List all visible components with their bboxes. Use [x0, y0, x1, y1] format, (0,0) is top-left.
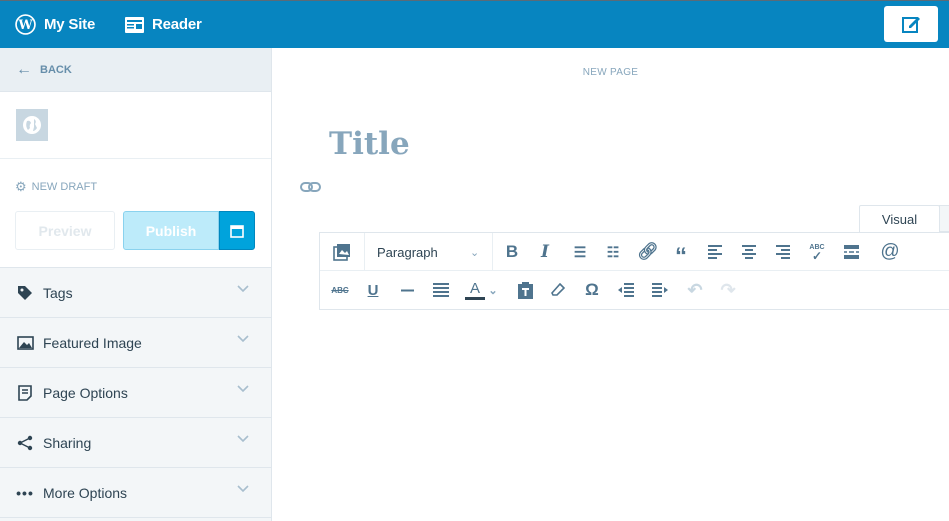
justify-icon[interactable] [426, 271, 456, 309]
tab-visual[interactable]: Visual [859, 205, 940, 233]
divider [492, 233, 493, 271]
format-select-value: Paragraph [377, 244, 438, 260]
editor-sidebar: ← BACK ⚙ NEW DRAFT Preview Publish Tags Fe… [0, 48, 272, 521]
reader-icon [125, 16, 144, 33]
section-label: Featured Image [43, 334, 142, 351]
edit-icon [902, 17, 920, 33]
section-label: Page Options [43, 384, 128, 401]
color-swatch [465, 297, 485, 300]
format-select[interactable]: Paragraph ⌄ [377, 233, 479, 271]
arrow-left-icon: ← [16, 60, 32, 78]
schedule-button[interactable] [219, 211, 255, 250]
numbered-list-icon[interactable]: ☷ [598, 233, 628, 271]
reader-link[interactable]: Reader [125, 1, 202, 48]
chevron-down-icon [237, 485, 249, 493]
divider [364, 233, 365, 271]
page-type-label: NEW PAGE [582, 67, 639, 78]
bold-icon[interactable]: B [497, 233, 527, 271]
underline-icon[interactable]: U [358, 271, 388, 309]
draft-status-label: NEW DRAFT [31, 181, 98, 193]
check-mark: ✓ [811, 249, 823, 263]
gear-icon: ⚙ [15, 179, 27, 194]
preview-button[interactable]: Preview [15, 211, 115, 250]
text-color-dropdown-icon[interactable]: ⌄ [485, 271, 501, 309]
read-more-icon[interactable] [836, 233, 866, 271]
undo-icon[interactable]: ↶ [680, 271, 710, 309]
title-input[interactable]: Title [329, 126, 410, 162]
site-icon[interactable] [16, 109, 48, 141]
my-site-label: My Site [44, 16, 96, 33]
special-character-icon[interactable]: Ω [577, 271, 607, 309]
align-center-icon[interactable] [734, 233, 764, 271]
back-button[interactable]: ← BACK [0, 48, 271, 92]
section-label: Tags [43, 284, 73, 301]
back-label: BACK [40, 63, 72, 76]
strikethrough-icon[interactable]: ABC [325, 271, 355, 309]
permalink-icon[interactable] [300, 181, 321, 193]
spellcheck-icon[interactable]: ABC ✓ [802, 233, 832, 271]
tag-icon [16, 285, 34, 301]
section-more-options[interactable]: ••• More Options [0, 468, 271, 518]
svg-text:W: W [18, 17, 34, 32]
tab-html[interactable] [939, 205, 949, 232]
section-sharing[interactable]: Sharing [0, 418, 271, 468]
section-page-options[interactable]: Page Options [0, 368, 271, 418]
draft-section: ⚙ NEW DRAFT Preview Publish [0, 159, 271, 268]
section-featured-image[interactable]: Featured Image [0, 318, 271, 368]
publish-button[interactable]: Publish [123, 211, 219, 250]
add-media-icon[interactable] [327, 233, 357, 271]
blockquote-icon[interactable]: “ [666, 233, 696, 271]
section-label: More Options [43, 484, 128, 501]
mention-icon[interactable]: @ [875, 233, 905, 271]
chevron-down-icon [237, 435, 249, 443]
align-right-icon[interactable] [768, 233, 798, 271]
chevron-down-icon [237, 285, 249, 293]
reader-label: Reader [152, 16, 202, 33]
wordpress-icon: W [15, 14, 36, 35]
horizontal-line-icon[interactable] [392, 271, 422, 309]
write-button[interactable] [884, 6, 938, 42]
share-icon [16, 435, 34, 451]
indent-icon[interactable] [645, 271, 675, 309]
paste-text-icon[interactable] [510, 271, 540, 309]
chevron-down-icon [237, 385, 249, 393]
outdent-icon[interactable] [611, 271, 641, 309]
page-icon [16, 384, 34, 401]
top-bar: W My Site Reader [0, 0, 949, 48]
redo-icon[interactable]: ↷ [713, 271, 743, 309]
my-site-link[interactable]: W My Site [15, 1, 95, 48]
link-icon[interactable]: 🔗︎ [633, 233, 663, 271]
chevron-down-icon: ⌄ [470, 246, 480, 259]
text-color-label: A [469, 280, 480, 297]
ellipsis-icon: ••• [16, 484, 34, 501]
bullet-list-icon[interactable]: ☰ [565, 233, 595, 271]
clear-formatting-icon[interactable] [543, 271, 573, 309]
section-tags[interactable]: Tags [0, 268, 271, 318]
align-left-icon[interactable] [700, 233, 730, 271]
section-label: Sharing [43, 434, 92, 451]
globe-icon [23, 116, 41, 134]
site-section [0, 92, 271, 159]
draft-status[interactable]: ⚙ NEW DRAFT [15, 179, 97, 195]
image-icon [16, 335, 34, 350]
calendar-icon [230, 224, 244, 238]
editor-toolbar: Paragraph ⌄ B I ☰ ☷ 🔗︎ “ ABC ✓ @ ABC U A ⌄… [319, 232, 949, 310]
italic-icon[interactable]: I [530, 233, 560, 271]
chevron-down-icon [237, 335, 249, 343]
